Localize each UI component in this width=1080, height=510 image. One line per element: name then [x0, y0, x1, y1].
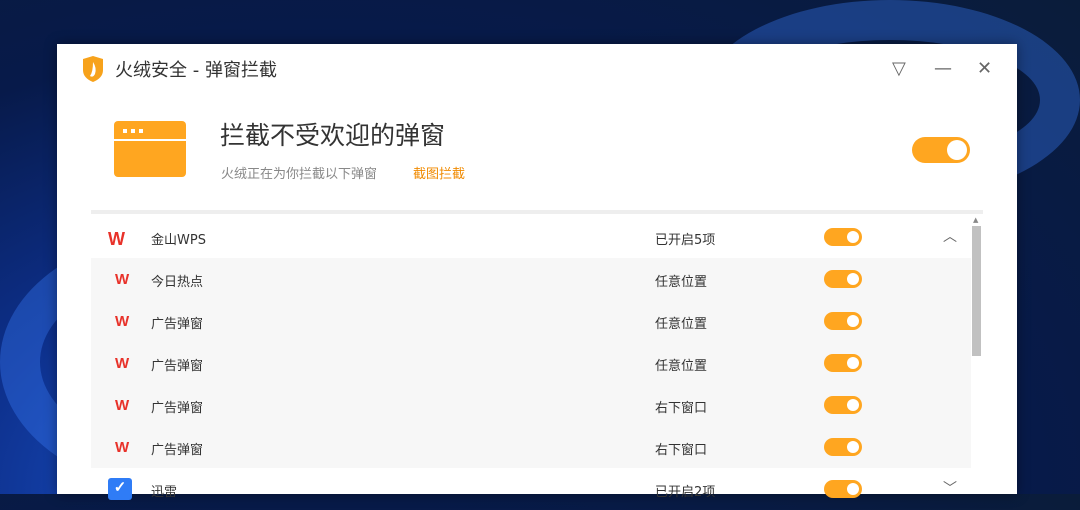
item-toggle[interactable] [824, 270, 862, 288]
item-name: 广告弹窗 [151, 359, 204, 374]
close-button[interactable]: ✕ [977, 58, 992, 79]
wps-icon: W [108, 229, 125, 249]
app-list: W 金山WPS 已开启5项 ︿ W 今日热点 任意位置 W 广告弹窗 任意位置 W 广告弹… [91, 216, 971, 510]
wps-icon: W [115, 397, 130, 414]
scrollbar-thumb[interactable] [972, 226, 981, 356]
list-item: W 今日热点 任意位置 [91, 258, 971, 300]
app-status: 已开启2项 [655, 485, 716, 500]
item-name: 广告弹窗 [151, 401, 204, 416]
item-toggle[interactable] [824, 396, 862, 414]
app-toggle[interactable] [824, 480, 862, 498]
scrollbar[interactable]: ▲ [971, 216, 982, 494]
window-title: 火绒安全 - 弹窗拦截 [115, 60, 277, 81]
item-name: 广告弹窗 [151, 443, 204, 458]
title-bar: 火绒安全 - 弹窗拦截 [81, 56, 277, 82]
item-position: 任意位置 [655, 359, 708, 374]
wps-icon: W [115, 271, 130, 288]
app-name: 金山WPS [151, 233, 206, 248]
list-item: W 广告弹窗 任意位置 [91, 300, 971, 342]
item-toggle[interactable] [824, 354, 862, 372]
item-name: 今日热点 [151, 275, 204, 290]
xunlei-icon: ✓ [108, 478, 132, 500]
item-toggle[interactable] [824, 312, 862, 330]
minimize-button[interactable]: — [934, 58, 952, 79]
item-position: 右下窗口 [655, 443, 708, 458]
chevron-up-icon[interactable]: ︿ [943, 226, 957, 246]
item-position: 任意位置 [655, 275, 708, 290]
app-row-wps[interactable]: W 金山WPS 已开启5项 ︿ [91, 216, 971, 258]
app-toggle[interactable] [824, 228, 862, 246]
item-name: 广告弹窗 [151, 317, 204, 332]
app-status: 已开启5项 [655, 233, 716, 248]
item-toggle[interactable] [824, 438, 862, 456]
divider [91, 210, 983, 214]
item-position: 任意位置 [655, 317, 708, 332]
list-item: W 广告弹窗 右下窗口 [91, 384, 971, 426]
master-toggle[interactable] [912, 137, 970, 163]
popup-window-icon [114, 121, 186, 177]
app-name: 迅雷 [151, 485, 178, 500]
scroll-up-icon[interactable]: ▲ [973, 216, 978, 224]
item-position: 右下窗口 [655, 401, 708, 416]
list-item: W 广告弹窗 任意位置 [91, 342, 971, 384]
list-item: W 广告弹窗 右下窗口 [91, 426, 971, 468]
menu-dropdown-button[interactable]: ▽ [892, 58, 906, 79]
chevron-down-icon[interactable]: ﹀ [943, 478, 957, 498]
huorong-logo-icon [83, 56, 103, 82]
page-subtitle: 火绒正在为你拦截以下弹窗 [221, 167, 378, 182]
screenshot-block-link[interactable]: 截图拦截 [413, 163, 465, 182]
wps-icon: W [115, 439, 130, 456]
wps-icon: W [115, 355, 130, 372]
wps-icon: W [115, 313, 130, 330]
popup-blocker-window: 火绒安全 - 弹窗拦截 ▽ — ✕ 拦截不受欢迎的弹窗 火绒正在为你拦截以下弹窗… [57, 44, 1017, 500]
app-row-xunlei[interactable]: ✓ 迅雷 已开启2项 ﹀ [91, 468, 971, 510]
page-title: 拦截不受欢迎的弹窗 [220, 121, 446, 150]
